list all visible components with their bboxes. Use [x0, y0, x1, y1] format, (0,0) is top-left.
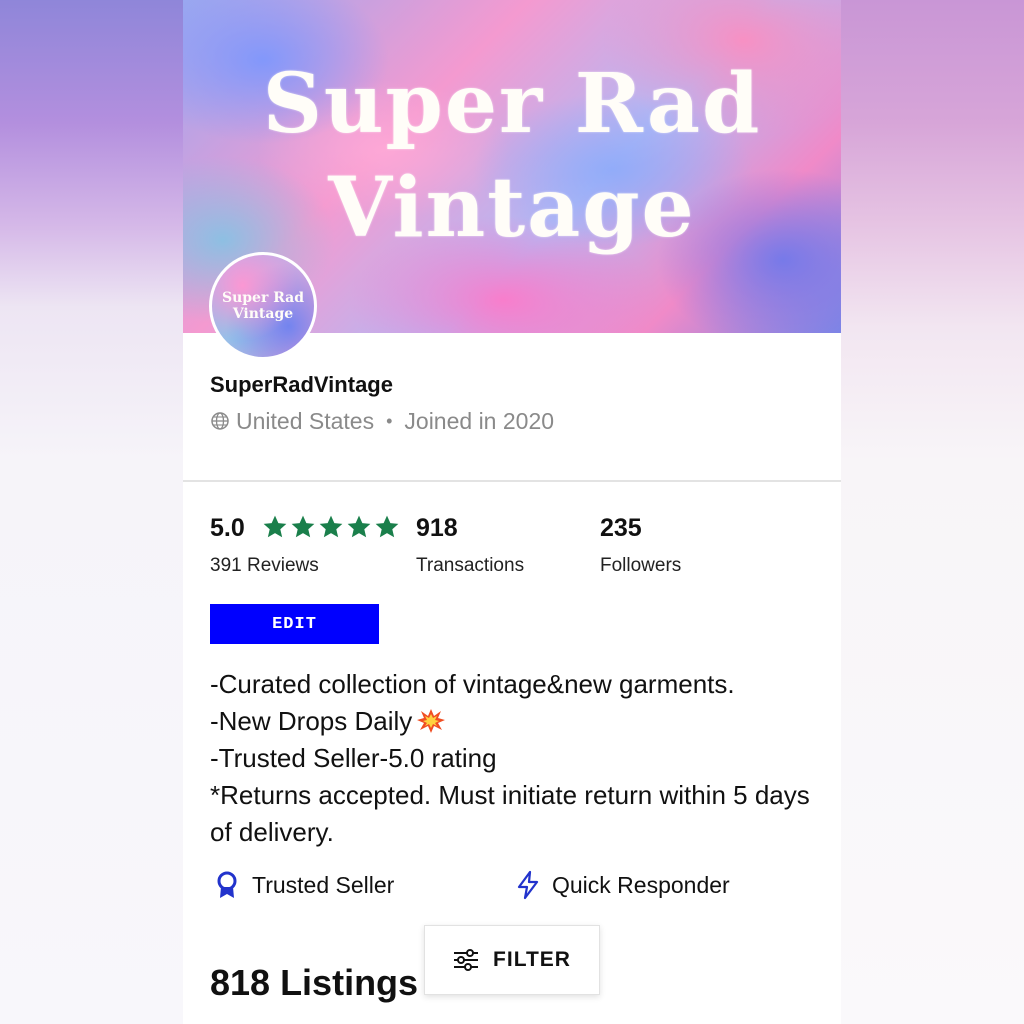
filter-label: FILTER	[493, 948, 571, 971]
section-divider	[183, 480, 841, 482]
background-right	[841, 0, 1024, 1024]
listings-count-heading: 818 Listings	[210, 962, 419, 1003]
star-icon	[375, 515, 399, 538]
award-ribbon-icon	[217, 871, 237, 898]
followers-label[interactable]: Followers	[600, 555, 681, 577]
bio-line: -New Drops Daily	[210, 706, 413, 736]
trusted-seller-label: Trusted Seller	[252, 871, 395, 898]
bio-line: -Curated collection of vintage&new garme…	[210, 669, 735, 699]
meta-separator: •	[386, 410, 393, 431]
banner-title: Super Rad Vintage	[262, 56, 762, 256]
transactions-label: Transactions	[416, 555, 525, 576]
transactions-value: 918	[416, 514, 458, 542]
bio-line: *Returns accepted. Must initiate return …	[210, 780, 810, 847]
star-icon	[319, 515, 343, 538]
collision-emoji-icon	[417, 709, 446, 733]
reviews-link[interactable]: 391 Reviews	[210, 555, 319, 577]
shop-bio: -Curated collection of vintage&new garme…	[210, 666, 820, 851]
trusted-seller-badge: Trusted Seller	[214, 870, 394, 900]
lightning-bolt-icon	[517, 870, 539, 900]
quick-responder-badge: Quick Responder	[516, 870, 730, 900]
followers-value[interactable]: 235	[600, 514, 642, 543]
background-left	[0, 0, 183, 1024]
filter-button[interactable]: FILTER	[424, 925, 600, 995]
rating-value: 5.0	[210, 514, 245, 542]
shop-location: United States	[236, 407, 375, 434]
shop-joined: Joined in 2020	[404, 407, 555, 434]
rating-stars[interactable]	[262, 514, 400, 540]
avatar-logo-text: Super Rad Vintage	[221, 290, 305, 322]
shop-name: SuperRadVintage	[210, 372, 393, 397]
sliders-icon	[454, 949, 479, 971]
bio-line-drops: -New Drops Daily	[210, 703, 820, 740]
quick-responder-label: Quick Responder	[552, 871, 730, 898]
avatar[interactable]: Super Rad Vintage	[209, 252, 317, 360]
star-icon	[291, 515, 315, 538]
shop-page: Super Rad Vintage Super Rad Vintage Supe…	[183, 0, 841, 1024]
bio-line: -Trusted Seller-5.0 rating	[210, 743, 497, 773]
star-icon	[263, 515, 287, 538]
globe-icon	[211, 412, 229, 430]
edit-button[interactable]: EDIT	[210, 604, 379, 644]
shop-meta: United States • Joined in 2020	[210, 407, 554, 435]
star-icon	[347, 515, 371, 538]
